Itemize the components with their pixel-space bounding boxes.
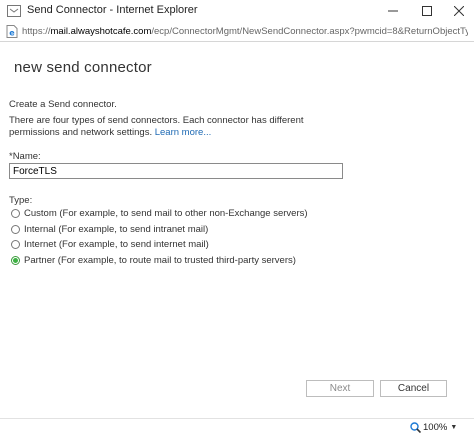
radio-internet[interactable] [11,240,20,249]
chevron-down-icon: ▼ [450,424,458,431]
exchange-app-icon [7,5,21,17]
url-path: /ecp/ConnectorMgmt/NewSendConnector.aspx… [151,26,468,37]
name-input[interactable] [9,163,343,179]
close-icon [454,6,464,16]
minimize-icon [388,10,398,12]
type-option-internal[interactable]: Internal (For example, to send intranet … [11,224,208,235]
radio-custom[interactable] [11,209,20,218]
window-title: Send Connector - Internet Explorer [27,4,198,16]
window-titlebar: Send Connector - Internet Explorer [0,0,474,22]
type-option-partner[interactable]: Partner (For example, to route mail to t… [11,255,296,266]
status-bar: 100% ▼ [0,418,474,436]
type-option-label: Partner (For example, to route mail to t… [24,255,296,266]
url-host: mail.alwayshotcafe.com [50,26,152,37]
url-field[interactable]: https://mail.alwayshotcafe.com/ecp/Conne… [22,23,468,40]
type-label: Type: [9,195,33,206]
maximize-icon [422,6,432,16]
page-title: new send connector [14,59,152,76]
type-option-custom[interactable]: Custom (For example, to send mail to oth… [11,208,308,219]
intro-text: Create a Send connector. [9,99,117,110]
cancel-button[interactable]: Cancel [380,380,447,397]
type-option-label: Internal (For example, to send intranet … [24,224,209,235]
zoom-level: 100% [423,422,448,433]
radio-internal[interactable] [11,225,20,234]
next-button[interactable]: Next [306,380,374,397]
ie-page-icon: e [6,25,18,38]
type-option-label: Custom (For example, to send mail to oth… [24,208,308,219]
type-option-label: Internet (For example, to send internet … [24,239,209,250]
maximize-button[interactable] [412,0,442,22]
description-text: There are four types of send connectors.… [9,115,339,139]
radio-partner[interactable] [11,256,20,265]
minimize-button[interactable] [378,0,408,22]
close-button[interactable] [444,0,474,22]
magnifier-icon [410,422,421,433]
name-label: *Name: [9,151,41,162]
learn-more-link[interactable]: Learn more... [155,127,212,138]
type-option-internet[interactable]: Internet (For example, to send internet … [11,239,209,250]
svg-text:e: e [9,29,15,38]
zoom-control[interactable]: 100% ▼ [410,422,457,433]
address-bar: e https://mail.alwayshotcafe.com/ecp/Con… [0,22,474,42]
url-prefix: https:// [22,26,51,37]
